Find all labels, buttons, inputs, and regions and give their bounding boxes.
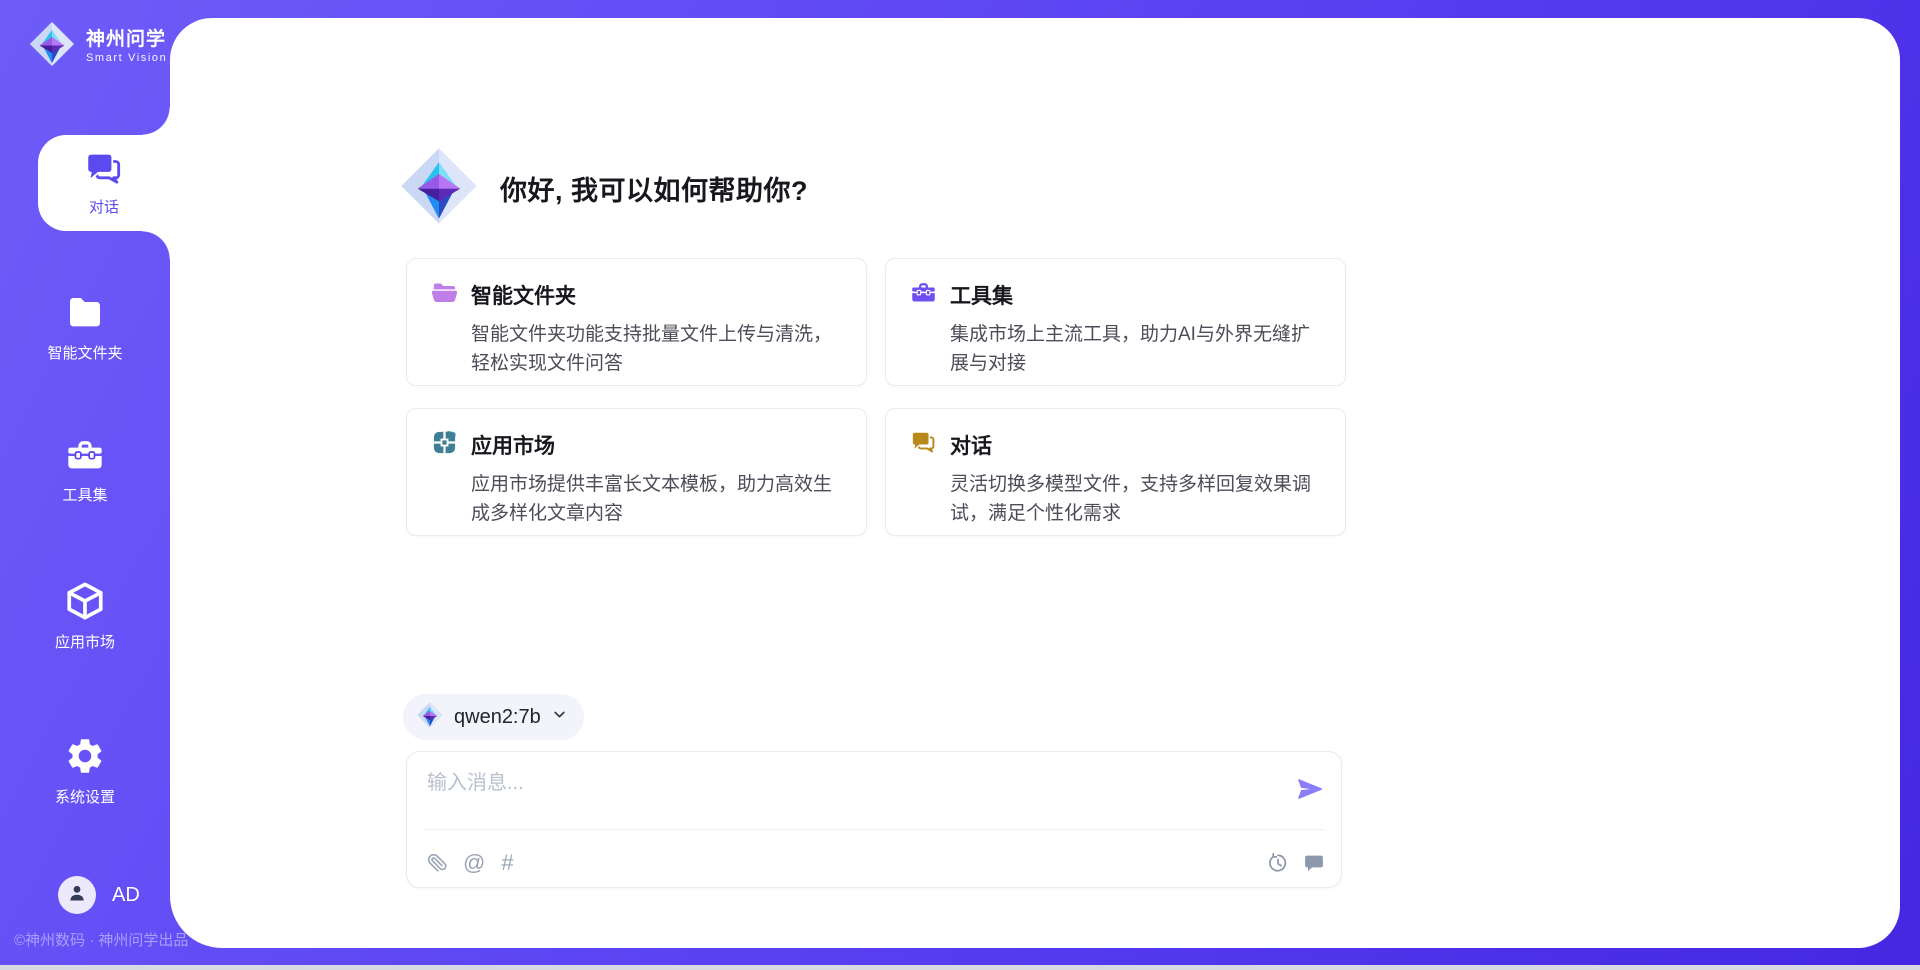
- hash-icon[interactable]: #: [501, 852, 513, 874]
- chevron-down-icon: [551, 706, 568, 728]
- model-selector[interactable]: qwen2:7b: [403, 694, 584, 740]
- paperclip-icon[interactable]: [427, 853, 447, 873]
- sidebar: 神州问学 Smart Vision 对话 智能文件夹: [0, 0, 170, 970]
- sidebar-item-app-market[interactable]: 应用市场: [0, 580, 170, 652]
- card-title: 工具集: [950, 280, 1013, 310]
- card-description: 应用市场提供丰富长文本模板，助力高效生成多样化文章内容: [471, 470, 842, 528]
- folder-icon: [65, 293, 105, 338]
- cube-icon: [64, 580, 106, 627]
- card-title: 应用市场: [471, 430, 555, 460]
- composer-toolbar-left: @ #: [427, 852, 514, 874]
- brand-name: 神州问学: [86, 29, 167, 51]
- brand-logo: 神州问学 Smart Vision: [28, 20, 167, 73]
- at-sign-icon[interactable]: @: [463, 852, 485, 874]
- sidebar-item-label: 智能文件夹: [47, 345, 122, 363]
- user-account[interactable]: AD: [58, 876, 140, 914]
- gem-diamond-icon: [416, 701, 444, 734]
- sidebar-item-settings[interactable]: 系统设置: [0, 735, 170, 807]
- card-description: 智能文件夹功能支持批量文件上传与清洗，轻松实现文件问答: [471, 320, 842, 378]
- person-icon: [66, 882, 88, 909]
- toolbox-icon: [65, 435, 105, 480]
- sidebar-item-label: 应用市场: [55, 634, 115, 652]
- apps-grid-icon: [431, 429, 458, 461]
- card-smart-folder[interactable]: 智能文件夹 智能文件夹功能支持批量文件上传与清洗，轻松实现文件问答: [406, 258, 867, 386]
- card-app-market[interactable]: 应用市场 应用市场提供丰富长文本模板，助力高效生成多样化文章内容: [406, 408, 867, 536]
- composer-divider: [423, 829, 1325, 830]
- greeting-title: 你好, 我可以如何帮助你?: [500, 169, 808, 208]
- sidebar-item-label: 工具集: [62, 487, 107, 505]
- copyright-footer: ©神州数码 · 神州问学出品: [14, 929, 188, 950]
- sidebar-item-toolset[interactable]: 工具集: [0, 435, 170, 505]
- card-title: 对话: [950, 430, 992, 460]
- send-icon[interactable]: [1295, 774, 1325, 804]
- gem-diamond-icon: [28, 20, 76, 73]
- greeting-block: 你好, 我可以如何帮助你?: [398, 145, 808, 232]
- user-name: AD: [112, 884, 140, 907]
- composer-toolbar-right: [1267, 852, 1325, 874]
- sidebar-item-smart-folder[interactable]: 智能文件夹: [0, 293, 170, 363]
- sidebar-item-label: 系统设置: [55, 789, 115, 807]
- gear-icon: [64, 735, 106, 782]
- card-chat[interactable]: 对话 灵活切换多模型文件，支持多样回复效果调试，满足个性化需求: [885, 408, 1346, 536]
- folder-open-icon: [431, 279, 458, 311]
- message-input[interactable]: [427, 766, 1277, 824]
- bottom-edge-strip: [0, 965, 1920, 970]
- history-icon[interactable]: [1267, 852, 1289, 874]
- chat-bubble-icon[interactable]: [1303, 852, 1325, 874]
- sidebar-item-chat[interactable]: 对话: [38, 135, 170, 231]
- card-description: 灵活切换多模型文件，支持多样回复效果调试，满足个性化需求: [950, 470, 1321, 528]
- sidebar-item-label: 对话: [89, 199, 119, 217]
- card-toolset[interactable]: 工具集 集成市场上主流工具，助力AI与外界无缝扩展与对接: [885, 258, 1346, 386]
- chat-bubbles-gold-icon: [910, 429, 937, 461]
- message-composer: @ #: [406, 751, 1342, 888]
- brand-subtitle: Smart Vision: [86, 51, 167, 65]
- card-title: 智能文件夹: [471, 280, 576, 310]
- feature-cards: 智能文件夹 智能文件夹功能支持批量文件上传与清洗，轻松实现文件问答 工具集 集成…: [406, 258, 1346, 536]
- card-description: 集成市场上主流工具，助力AI与外界无缝扩展与对接: [950, 320, 1321, 378]
- chat-bubbles-icon: [84, 149, 124, 194]
- avatar: [58, 876, 96, 914]
- model-name: qwen2:7b: [454, 706, 541, 729]
- briefcase-icon: [910, 279, 937, 311]
- gem-diamond-icon: [398, 145, 480, 232]
